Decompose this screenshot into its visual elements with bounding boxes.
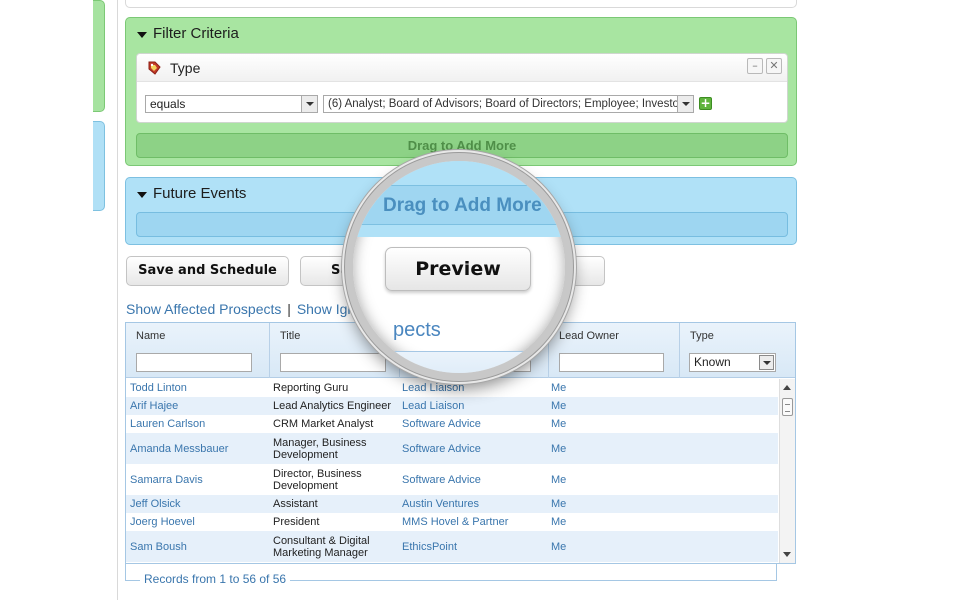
magnifier-lens: Drag to Add More Preview pects — [345, 153, 573, 381]
type-rule-box[interactable]: Type – ✕ equals (6) Analyst; Board of Ad… — [136, 53, 788, 123]
prospect-links: Show Affected Prospects | Show Ignore — [126, 301, 375, 317]
column-lead-owner: Lead Owner — [549, 323, 680, 378]
save-and-schedule-button[interactable]: Save and Schedule — [126, 256, 289, 286]
row-owner[interactable]: Me — [551, 464, 611, 495]
close-icon[interactable]: ✕ — [766, 58, 782, 74]
chevron-down-icon[interactable] — [759, 355, 774, 370]
row-title: Reporting Guru — [273, 382, 349, 394]
left-green-tab — [93, 0, 105, 112]
row-company[interactable]: Lead Liaison — [402, 397, 550, 415]
row-name[interactable]: Samarra Davis — [130, 464, 270, 495]
row-company[interactable]: Software Advice — [402, 415, 550, 433]
row-company[interactable]: Lead Liaison — [402, 379, 550, 397]
row-title: President — [273, 516, 320, 528]
value-multiselect[interactable]: (6) Analyst; Board of Advisors; Board of… — [323, 95, 694, 113]
left-blue-tab — [93, 121, 105, 211]
scroll-thumb[interactable] — [782, 398, 793, 416]
operator-select[interactable]: equals — [145, 95, 318, 113]
row-owner[interactable]: Me — [551, 531, 611, 562]
table-row[interactable]: Todd Linton Reporting Guru Lead Liaison … — [126, 379, 778, 397]
future-events-toggle[interactable]: Future Events — [137, 185, 246, 202]
row-owner[interactable]: Me — [551, 379, 611, 397]
magnified-drag-zone: Drag to Add More — [353, 185, 565, 225]
column-type: Type Known — [680, 323, 795, 378]
row-title: Director, Business Development — [273, 467, 362, 492]
left-sidebar — [0, 0, 118, 600]
collapse-triangle-icon — [137, 31, 147, 38]
row-owner[interactable]: Me — [551, 433, 611, 464]
grid-rows: Todd Linton Reporting Guru Lead Liaison … — [126, 379, 778, 562]
type-rule-label: Type — [170, 60, 201, 76]
row-owner[interactable]: Me — [551, 513, 611, 531]
row-name[interactable]: Sam Boush — [130, 531, 270, 562]
column-name-label: Name — [136, 330, 166, 342]
type-rule-header[interactable]: Type – ✕ — [137, 54, 787, 82]
lead-owner-filter-input[interactable] — [559, 353, 664, 372]
row-title: CRM Market Analyst — [273, 418, 374, 430]
filter-criteria-toggle[interactable]: Filter Criteria — [137, 25, 239, 42]
scroll-down-icon[interactable] — [783, 552, 791, 557]
top-panel-edge — [125, 0, 797, 8]
operator-select-value: equals — [150, 97, 186, 111]
filter-criteria-panel: Filter Criteria Type – ✕ equals (6) Anal… — [125, 17, 797, 166]
row-company[interactable]: Software Advice — [402, 464, 550, 495]
row-name[interactable]: Arif Hajee — [130, 397, 270, 415]
row-name[interactable]: Jeff Olsick — [130, 495, 270, 513]
row-company[interactable]: Austin Ventures — [402, 495, 550, 513]
table-row[interactable]: Jeff Olsick Assistant Austin Ventures Me — [126, 495, 778, 513]
preview-button[interactable]: Preview — [385, 247, 531, 291]
table-row[interactable]: Samarra Davis Director, Business Develop… — [126, 464, 778, 495]
row-name[interactable]: Amanda Messbauer — [130, 433, 270, 464]
column-name: Name — [126, 323, 270, 378]
table-row[interactable]: Lauren Carlson CRM Market Analyst Softwa… — [126, 415, 778, 433]
table-row[interactable]: Joerg Hoevel President MMS Hovel & Partn… — [126, 513, 778, 531]
column-title-label: Title — [280, 330, 301, 342]
row-company[interactable]: MMS Hovel & Partner — [402, 513, 550, 531]
future-events-title: Future Events — [153, 185, 247, 202]
chevron-down-icon[interactable] — [677, 96, 693, 112]
row-company[interactable]: EthicsPoint — [402, 531, 550, 562]
row-owner[interactable]: Me — [551, 495, 611, 513]
row-title: Consultant & Digital Marketing Manager — [273, 534, 370, 559]
tag-icon — [148, 61, 161, 75]
row-title: Manager, Business Development — [273, 436, 367, 461]
table-row[interactable]: Arif Hajee Lead Analytics Engineer Lead … — [126, 397, 778, 415]
column-type-label: Type — [690, 330, 714, 342]
plus-icon[interactable]: + — [699, 97, 712, 110]
row-name[interactable]: Lauren Carlson — [130, 415, 270, 433]
table-row[interactable]: Sam Boush Consultant & Digital Marketing… — [126, 531, 778, 562]
name-filter-input[interactable] — [136, 353, 252, 372]
filter-criteria-title: Filter Criteria — [153, 25, 239, 42]
row-company[interactable]: Software Advice — [402, 433, 550, 464]
grid-scrollbar[interactable] — [779, 379, 795, 563]
row-name[interactable]: Todd Linton — [130, 379, 270, 397]
row-owner[interactable]: Me — [551, 415, 611, 433]
scroll-up-icon[interactable] — [783, 385, 791, 390]
magnified-ignored-link[interactable]: pects — [393, 319, 441, 342]
show-affected-prospects-link[interactable]: Show Affected Prospects — [126, 301, 281, 317]
row-title: Lead Analytics Engineer — [273, 400, 392, 412]
records-count: Records from 1 to 56 of 56 — [140, 572, 291, 586]
row-title: Assistant — [273, 498, 318, 510]
link-separator: | — [287, 301, 291, 317]
row-owner[interactable]: Me — [551, 397, 611, 415]
row-name[interactable]: Joerg Hoevel — [130, 513, 270, 531]
value-multiselect-text: (6) Analyst; Board of Advisors; Board of… — [328, 98, 683, 110]
minimize-icon[interactable]: – — [747, 58, 763, 74]
type-filter-select[interactable]: Known — [689, 353, 776, 372]
type-filter-value: Known — [694, 355, 731, 369]
table-row[interactable]: Amanda Messbauer Manager, Business Devel… — [126, 433, 778, 464]
column-lead-owner-label: Lead Owner — [559, 330, 619, 342]
chevron-down-icon[interactable] — [301, 96, 317, 112]
collapse-triangle-icon — [137, 191, 147, 198]
